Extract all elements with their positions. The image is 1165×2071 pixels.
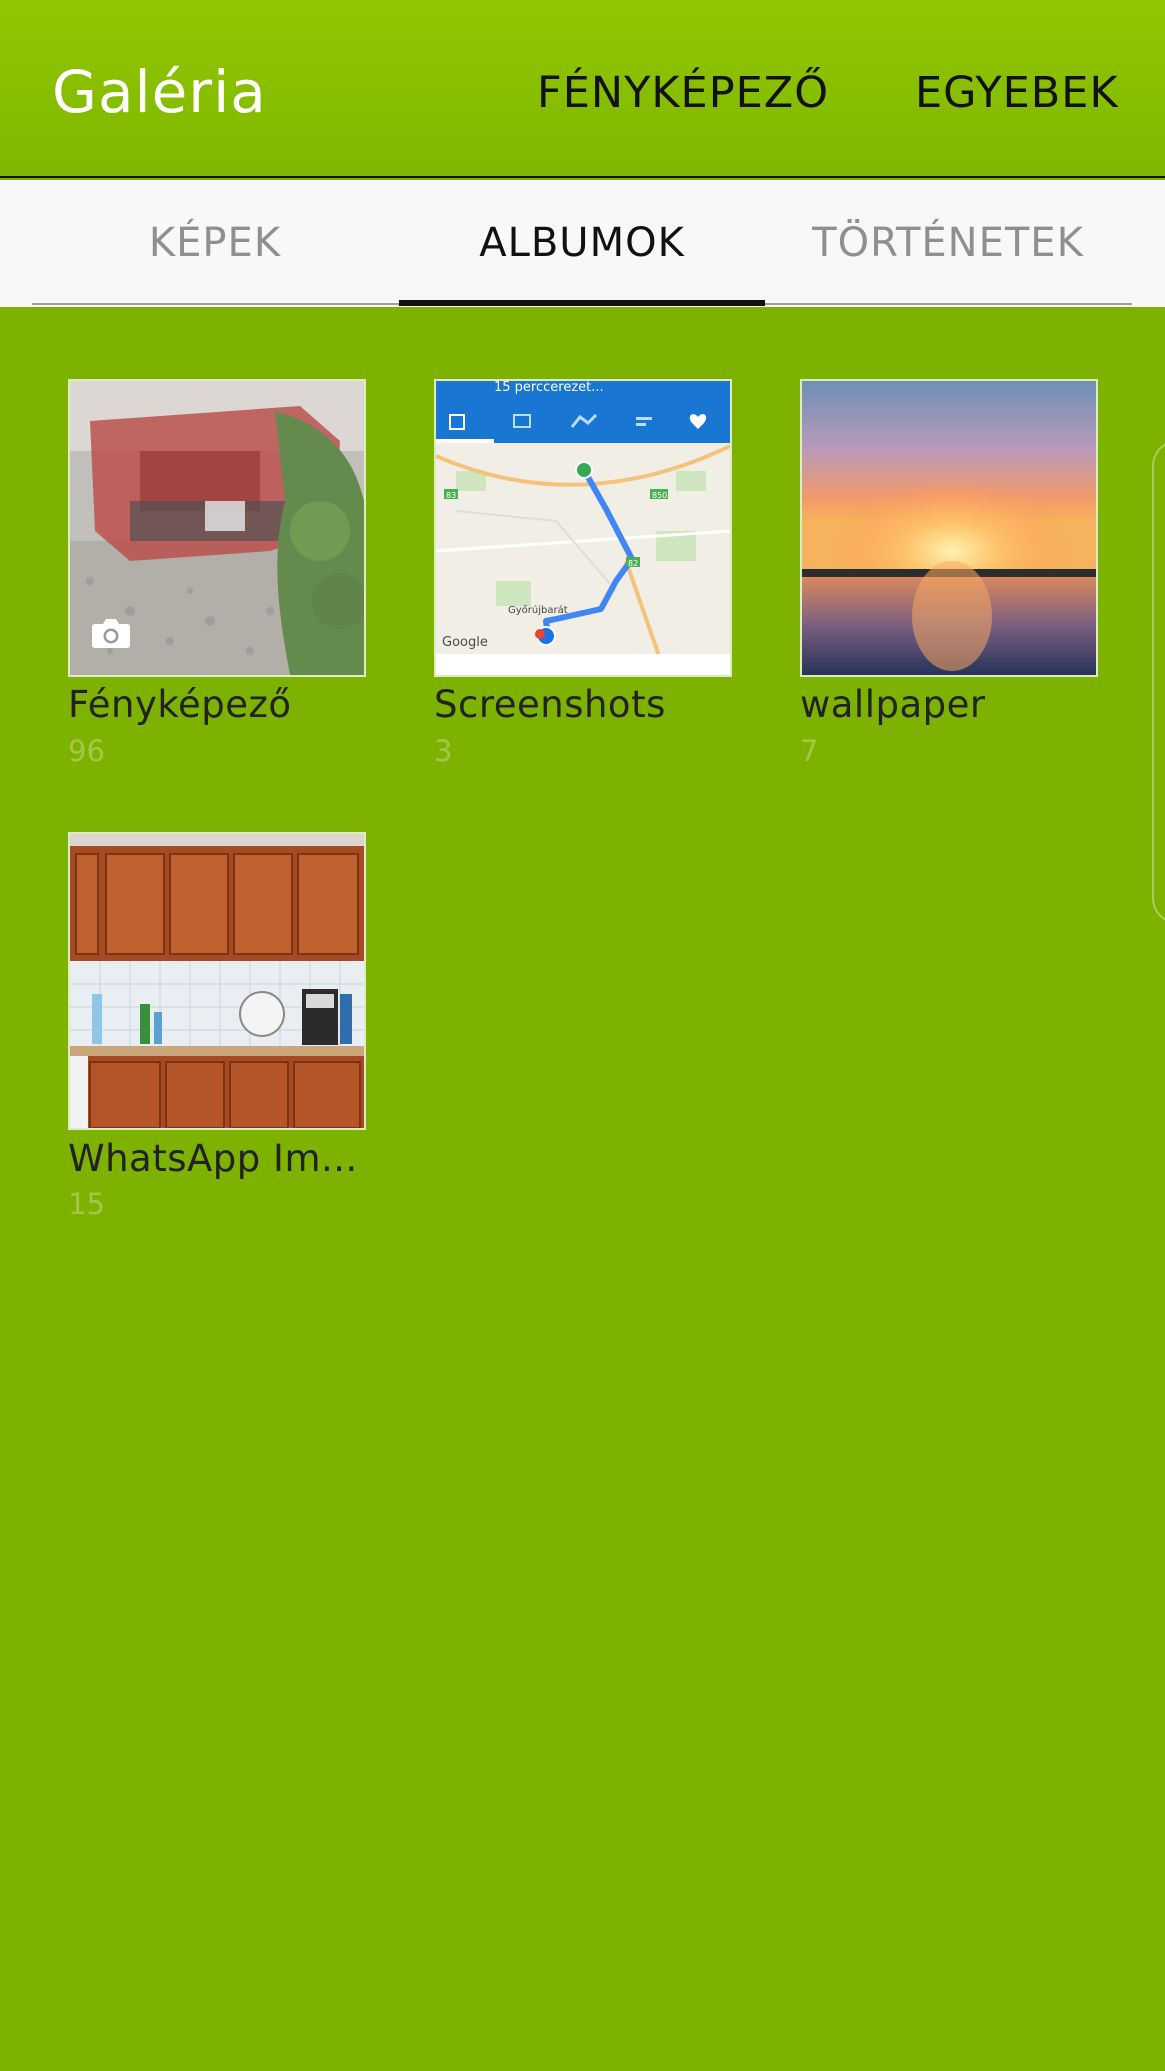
tab-pictures[interactable]: KÉPEK bbox=[32, 180, 398, 305]
album-thumbnail-camera[interactable] bbox=[68, 379, 366, 677]
more-button[interactable]: EGYEBEK bbox=[915, 68, 1119, 118]
edge-panel-handle[interactable] bbox=[1152, 440, 1165, 924]
album-count: 96 bbox=[68, 734, 105, 768]
map-screenshot-image: 15 perccerezet... 83 850 82 Győrújbarát … bbox=[436, 381, 730, 675]
album-thumbnail-whatsapp[interactable] bbox=[68, 832, 366, 1130]
active-tab-indicator bbox=[399, 300, 765, 306]
album-count: 3 bbox=[434, 734, 453, 768]
sunset-image bbox=[802, 381, 1096, 675]
road-label: 82 bbox=[628, 559, 638, 568]
google-logo: Google bbox=[442, 635, 488, 650]
album-count: 15 bbox=[68, 1187, 105, 1221]
album-thumbnail-screenshots[interactable]: 15 perccerezet... 83 850 82 Győrújbarát … bbox=[434, 379, 732, 677]
album-count: 7 bbox=[800, 734, 819, 768]
app-title: Galéria bbox=[52, 58, 267, 126]
camera-icon bbox=[92, 619, 130, 648]
tab-stories[interactable]: TÖRTÉNETEK bbox=[765, 180, 1131, 305]
town-label: Győrújbarát bbox=[508, 604, 568, 616]
road-label: 850 bbox=[652, 491, 667, 500]
tab-albums[interactable]: ALBUMOK bbox=[399, 180, 765, 305]
album-name: Fényképező bbox=[68, 683, 292, 726]
album-name: WhatsApp Im... bbox=[68, 1137, 358, 1180]
album-thumbnail-wallpaper[interactable] bbox=[800, 379, 1098, 677]
kitchen-image bbox=[70, 834, 364, 1128]
camera-button[interactable]: FÉNYKÉPEZŐ bbox=[537, 68, 829, 118]
album-name: Screenshots bbox=[434, 683, 666, 726]
road-label: 83 bbox=[446, 491, 456, 500]
album-name: wallpaper bbox=[800, 683, 986, 726]
app-header: Galéria FÉNYKÉPEZŐ EGYEBEK bbox=[0, 0, 1165, 178]
map-header-text: 15 perccerezet... bbox=[494, 381, 604, 395]
